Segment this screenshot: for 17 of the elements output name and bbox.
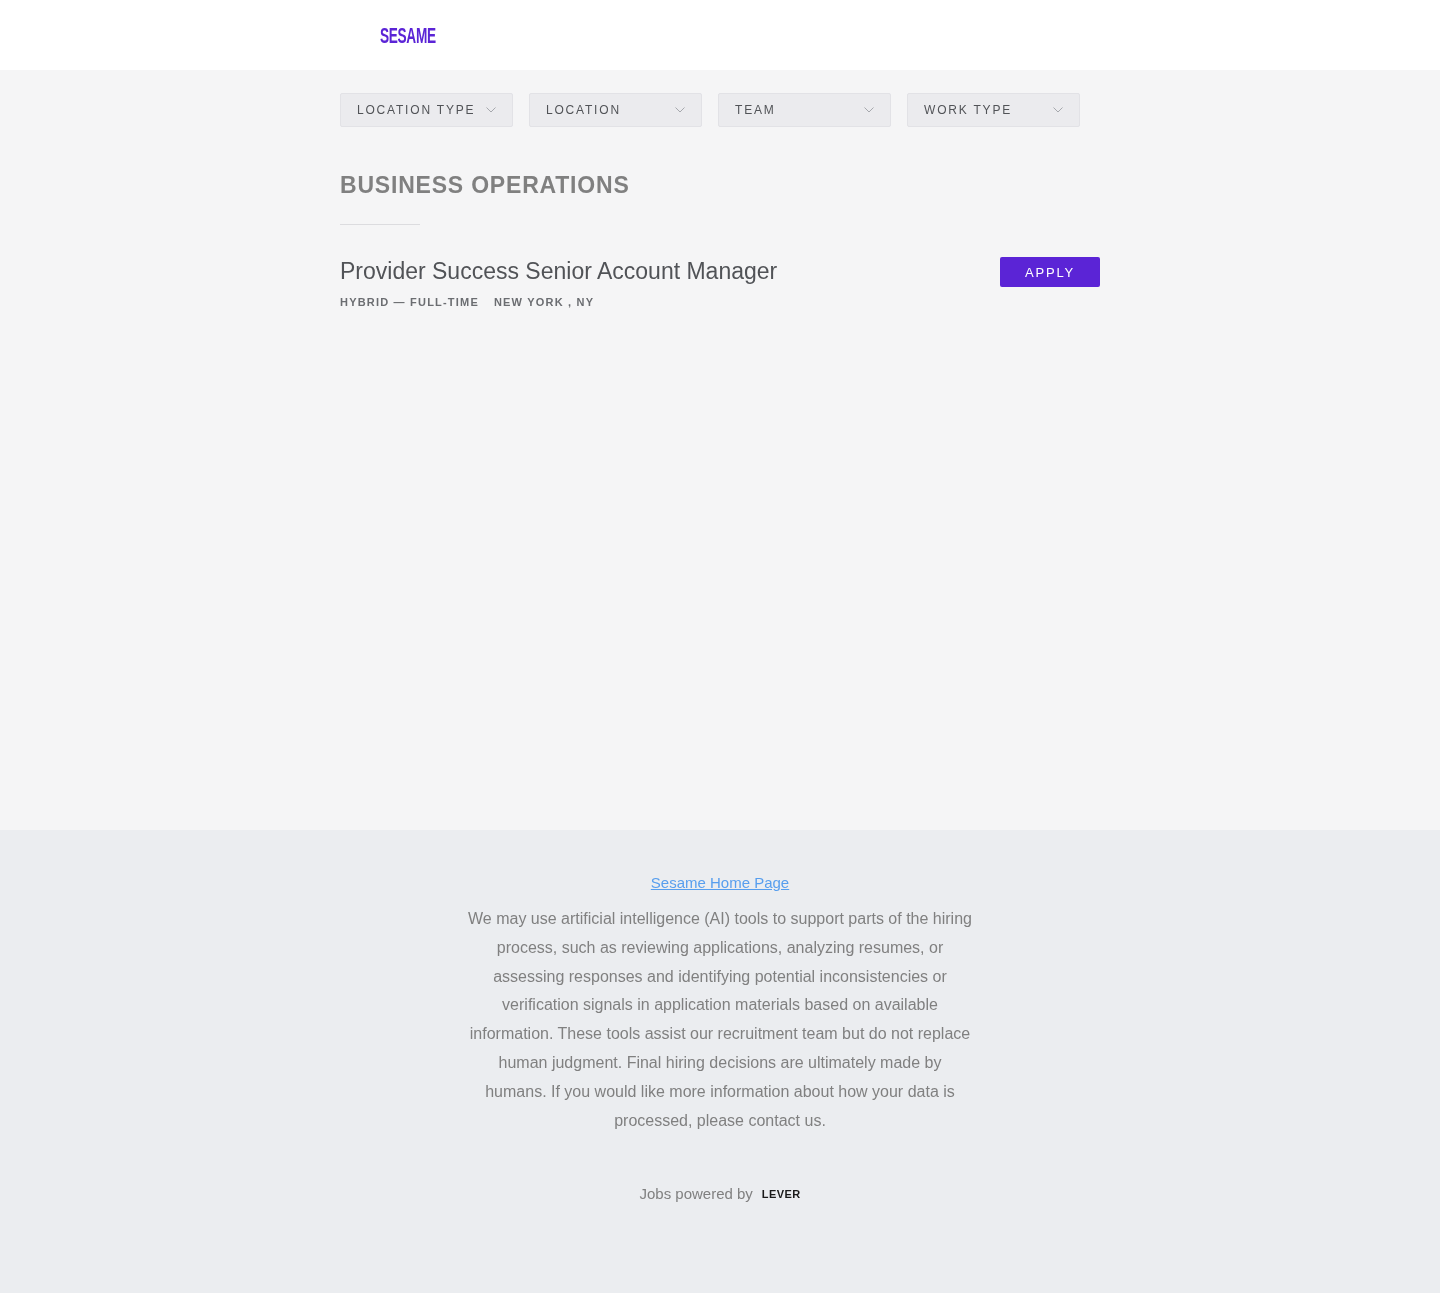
powered-by-text: Jobs powered by	[639, 1185, 753, 1203]
job-commitment: HYBRID — FULL-TIME	[340, 295, 479, 309]
team-heading: BUSINESS OPERATIONS	[340, 171, 631, 199]
filter-dropdown[interactable]: LOCATION	[529, 93, 702, 127]
chevron-down-icon	[864, 107, 874, 113]
chevron-down-icon	[486, 107, 496, 113]
lever-logo[interactable]: LEVER	[761, 1187, 801, 1200]
job-location: NEW YORK , NY	[493, 295, 595, 309]
job-title-link[interactable]: Provider Success Senior Account Manager	[340, 257, 778, 285]
company-logo[interactable]: SESAME	[380, 25, 436, 47]
filter-dropdown[interactable]: LOCATION TYPE	[340, 93, 513, 127]
chevron-down-icon	[1053, 107, 1063, 113]
filter-dropdown[interactable]: WORK TYPE	[907, 93, 1080, 127]
apply-button[interactable]: APPLY	[1000, 257, 1100, 287]
chevron-down-icon	[675, 107, 685, 113]
filter-dropdown[interactable]: TEAM	[718, 93, 891, 127]
ai-notice-text: We may use artificial intelligence (AI) tools to support parts of the hiring process, such as reviewing applications, analyzing resumes, or assessing responses and identifying potential inconsistencies or verification signals in application materials based on available information. These tools assist our recruitment team but do not replace human judgment. Final hiring decisions are ultimately made by humans. If you would like more information about how your data is processed, please contact us.	[467, 909, 973, 1131]
